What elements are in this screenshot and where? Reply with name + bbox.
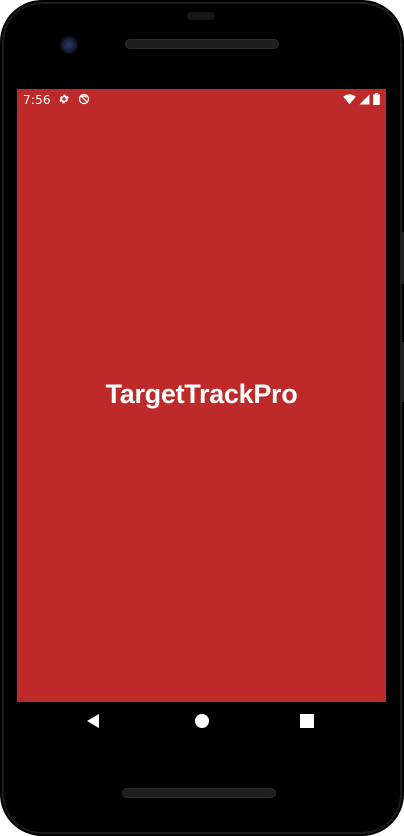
sync-disabled-icon [78, 93, 90, 105]
splash-screen: 7:56 TargetTrackPro [17, 89, 386, 702]
battery-icon [373, 93, 380, 105]
gear-icon [58, 93, 70, 105]
bottom-speaker [122, 788, 276, 798]
status-time: 7:56 [23, 93, 51, 107]
home-button[interactable] [193, 713, 211, 734]
home-circle-icon [194, 713, 210, 734]
recents-button[interactable] [298, 713, 316, 733]
status-right-icons [343, 93, 380, 105]
status-bar: 7:56 [17, 89, 386, 111]
front-camera [60, 36, 78, 54]
wifi-icon [343, 93, 356, 105]
app-title: TargetTrackPro [105, 379, 298, 409]
phone-frame: 7:56 TargetTrackPro [0, 0, 404, 836]
navigation-bar [17, 702, 386, 744]
back-button[interactable] [84, 713, 102, 734]
back-triangle-icon [86, 713, 100, 734]
earpiece-speaker [125, 39, 279, 49]
recents-square-icon [300, 713, 314, 733]
top-sensor-notch [187, 12, 215, 20]
cell-signal-icon [359, 94, 370, 105]
